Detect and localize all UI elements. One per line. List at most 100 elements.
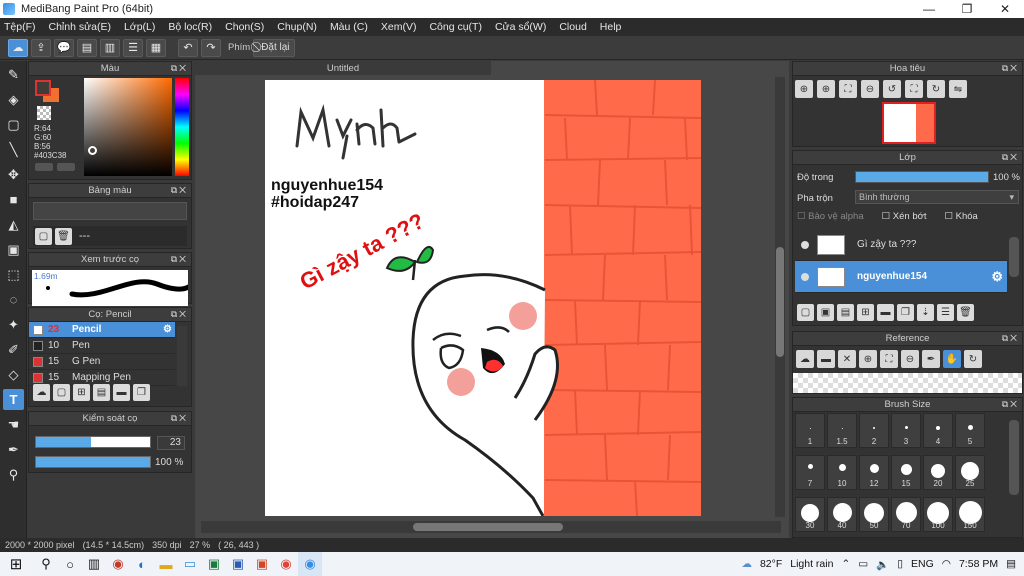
canvas-vertical-scrollbar[interactable] <box>775 77 785 517</box>
new-layer-icon[interactable]: ▢ <box>797 304 814 321</box>
brush-size-cell[interactable]: 50 <box>859 497 889 532</box>
bucket-tool-icon[interactable]: ◭ <box>3 214 24 235</box>
panel-controls-icon[interactable]: ⧉✕ <box>171 309 188 320</box>
brush-size-cell[interactable]: 150 <box>955 497 985 532</box>
text-tool-icon[interactable]: T <box>3 389 24 410</box>
brush-size-cell[interactable]: 5 <box>955 413 985 448</box>
close-reference-icon[interactable]: ✕ <box>838 350 856 368</box>
delete-palette-icon[interactable]: 🗑 <box>55 227 72 245</box>
excel-icon[interactable]: ▣ <box>202 552 226 576</box>
powerpoint-icon[interactable]: ▣ <box>250 552 274 576</box>
panel-controls-icon[interactable]: ⧉✕ <box>171 185 188 196</box>
volume-icon[interactable]: 🔈 <box>876 558 889 571</box>
menu-layer[interactable]: Lớp(L) <box>124 21 155 33</box>
page-icon[interactable]: ▥ <box>100 38 120 57</box>
redo-icon[interactable]: ↷ <box>201 38 221 57</box>
brush-list-scrollbar[interactable] <box>177 326 187 386</box>
tray-chevron-icon[interactable]: ⌃ <box>841 558 850 570</box>
wifi-icon[interactable]: ◠ <box>942 558 951 570</box>
brush-size-value[interactable]: 23 <box>157 436 185 450</box>
brush-opacity-slider[interactable] <box>35 456 151 468</box>
menu-filter[interactable]: Bộ lọc(R) <box>168 21 212 33</box>
close-button[interactable]: ✕ <box>986 0 1024 18</box>
brush-size-cell[interactable]: 40 <box>827 497 857 532</box>
reset-button[interactable]: ⃠ Đặt lại <box>253 38 295 57</box>
notifications-icon[interactable]: ▤ <box>1006 558 1016 570</box>
hand-icon[interactable]: ✋ <box>943 350 961 368</box>
comment-icon[interactable]: 💬 <box>54 38 74 57</box>
panel-controls-icon[interactable]: ⧉✕ <box>1002 333 1019 344</box>
menu-view[interactable]: Xem(V) <box>381 21 417 33</box>
eyedropper-tool-icon[interactable]: ✒ <box>3 439 24 460</box>
new-8bit-layer-icon[interactable]: ▤ <box>837 304 854 321</box>
add-brush-icon[interactable]: ⊞ <box>73 384 90 401</box>
merge-layer-icon[interactable]: ⇣ <box>917 304 934 321</box>
chrome-icon[interactable]: ◉ <box>274 552 298 576</box>
panel-controls-icon[interactable]: ⧉✕ <box>1002 152 1019 163</box>
navigator-thumbnail[interactable] <box>882 102 936 144</box>
weather-temp[interactable]: 82°F <box>760 558 782 570</box>
brush-size-cell[interactable]: 15 <box>891 455 921 490</box>
gradient-tool-icon[interactable]: ▣ <box>3 239 24 260</box>
canvas-horizontal-scrollbar[interactable] <box>201 521 781 533</box>
panel-controls-icon[interactable]: ⧉✕ <box>1002 399 1019 410</box>
select-tool-icon[interactable]: ⬚ <box>3 264 24 285</box>
cloud-upload-icon[interactable]: ☁ <box>796 350 814 368</box>
zoom-in-icon[interactable]: ⊕ <box>795 80 813 98</box>
brush-size-cell[interactable]: 25 <box>955 455 985 490</box>
visibility-icon[interactable] <box>801 272 809 281</box>
speech-icon[interactable]: ▤ <box>77 38 97 57</box>
hue-slider[interactable] <box>175 78 189 176</box>
zoom-in-2-icon[interactable]: ⊕ <box>817 80 835 98</box>
zoom-out-icon[interactable]: ⊖ <box>861 80 879 98</box>
lock-checkbox[interactable]: ☐ Khóa <box>944 211 977 222</box>
move-tool-icon[interactable]: ✥ <box>3 164 24 185</box>
grid-icon[interactable]: ▦ <box>146 38 166 57</box>
menu-file[interactable]: Tệp(F) <box>4 21 36 33</box>
select-eraser-tool-icon[interactable]: ◇ <box>3 364 24 385</box>
hand-tool-icon[interactable]: ☚ <box>3 414 24 435</box>
brush-item-g-pen[interactable]: 15 G Pen <box>29 354 175 370</box>
duplicate-layer-icon[interactable]: ❐ <box>897 304 914 321</box>
brush-size-cell[interactable]: 70 <box>891 497 921 532</box>
add-layer-menu-icon[interactable]: ⊞ <box>857 304 874 321</box>
new-halftone-layer-icon[interactable]: ▣ <box>817 304 834 321</box>
word-icon[interactable]: ▣ <box>226 552 250 576</box>
rotate-left-icon[interactable]: ↺ <box>883 80 901 98</box>
brush-size-cell[interactable]: 100 <box>923 497 953 532</box>
horizontal-scroll-thumb[interactable] <box>413 523 563 531</box>
clipping-checkbox[interactable]: ☐ Xén bớt <box>882 211 927 222</box>
undo-icon[interactable]: ↶ <box>178 38 198 57</box>
magic-wand-tool-icon[interactable]: ✦ <box>3 314 24 335</box>
dropper2-tool-icon[interactable]: ⚲ <box>3 464 24 485</box>
brush-size-slider[interactable] <box>35 436 151 448</box>
layer-row-username[interactable]: nguyenhue154 ⚙ <box>795 261 1007 293</box>
menu-snap[interactable]: Chụp(N) <box>277 21 317 33</box>
brush-size-scrollbar[interactable] <box>1009 420 1019 495</box>
task-view-icon[interactable]: ▥ <box>82 552 106 576</box>
panel-controls-icon[interactable]: ⧉✕ <box>171 413 188 424</box>
medibang-taskbar-icon[interactable]: ◉ <box>298 552 322 576</box>
vertical-scroll-thumb[interactable] <box>776 247 784 357</box>
panel-controls-icon[interactable]: ⧉✕ <box>171 254 188 265</box>
clock[interactable]: 7:58 PM <box>959 558 998 570</box>
edge-icon[interactable]: ◐ <box>130 552 154 576</box>
visibility-icon[interactable] <box>801 240 809 249</box>
reference-canvas[interactable] <box>793 373 1022 393</box>
layer-row-text[interactable]: Gì zậy ta ??? <box>795 229 1007 261</box>
document-tab[interactable]: Untitled <box>195 61 491 75</box>
folder-icon[interactable]: ▬ <box>113 384 130 401</box>
cortana-icon[interactable]: ○ <box>58 552 82 576</box>
blend-mode-select[interactable]: Bình thường ▾ <box>855 190 1019 204</box>
windows-start-icon[interactable]: ⊞ <box>4 552 28 576</box>
monitor-icon[interactable]: ▭ <box>178 552 202 576</box>
file-explorer-icon[interactable]: ▬ <box>154 552 178 576</box>
mode-toggle-1[interactable] <box>35 163 53 171</box>
brush-size-cell[interactable]: 2 <box>859 413 889 448</box>
upload-icon[interactable]: ⇪ <box>31 38 51 57</box>
brush-size-cell[interactable]: 4 <box>923 413 953 448</box>
gear-icon[interactable]: ⚙ <box>163 324 172 335</box>
new-palette-icon[interactable]: ▢ <box>35 227 52 245</box>
brush-item-pencil[interactable]: 23 Pencil ⚙ <box>29 322 175 338</box>
rotate-right-icon[interactable]: ↻ <box>927 80 945 98</box>
